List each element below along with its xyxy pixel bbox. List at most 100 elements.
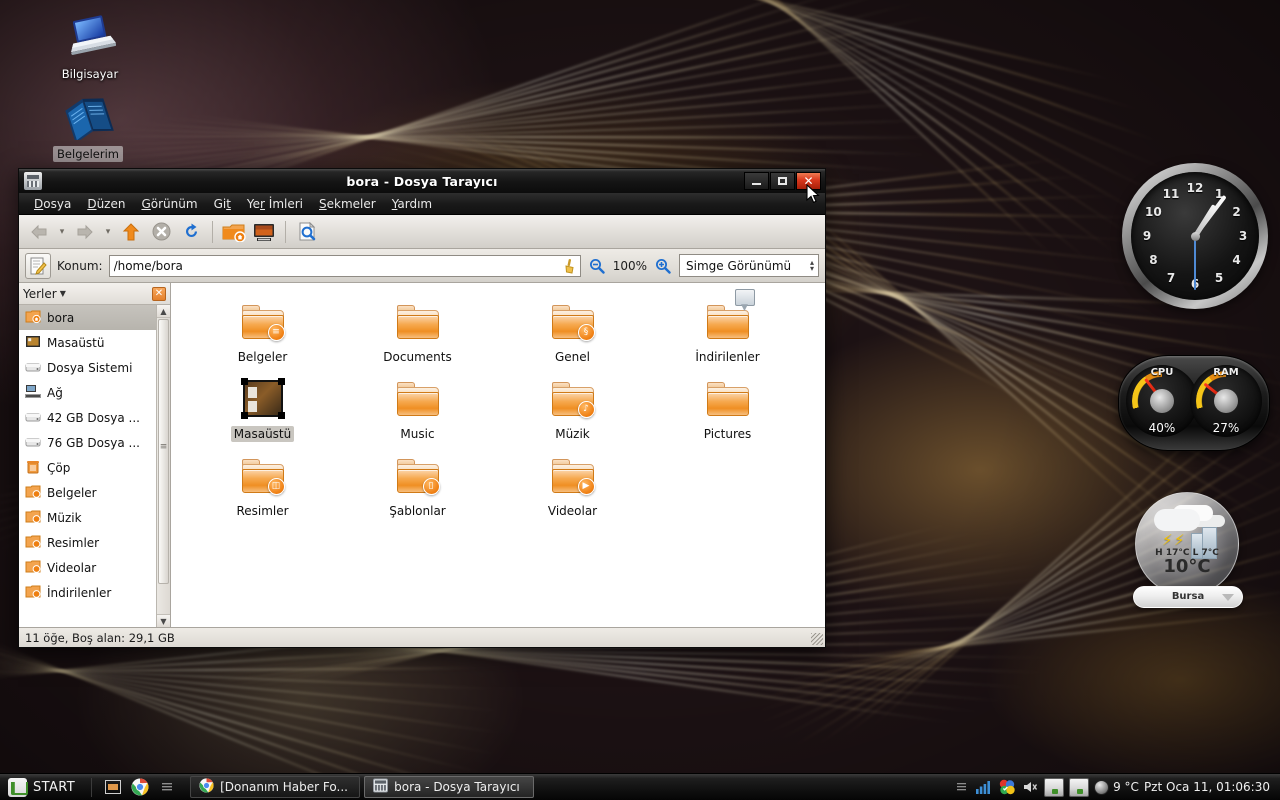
start-label: START	[33, 779, 76, 795]
menu-item-1[interactable]: Düzen	[80, 195, 132, 213]
zoom-out-icon[interactable]	[587, 255, 607, 277]
maximize-button[interactable]	[770, 172, 795, 190]
weather-gadget[interactable]: ⚡ ⚡ H 17°C L 7°C 10°C Bursa	[1133, 492, 1243, 610]
menu-item-0[interactable]: Dosya	[27, 195, 78, 213]
sidebar-item-0[interactable]: bora	[19, 305, 170, 330]
sidebar-item-6[interactable]: Çöp	[19, 455, 170, 480]
window-titlebar[interactable]: bora - Dosya Tarayıcı ✕	[19, 169, 825, 193]
sidebar-item-8[interactable]: Müzik	[19, 505, 170, 530]
sidebar-item-5[interactable]: 76 GB Dosya ...	[19, 430, 170, 455]
sidebar-item-3[interactable]: Ağ	[19, 380, 170, 405]
sidebar-scrollbar[interactable]: ▲ ▼	[156, 305, 170, 627]
task-button-0[interactable]: [Donanım Haber Fo...	[190, 776, 361, 798]
scroll-down-arrow[interactable]: ▼	[157, 614, 170, 627]
scroll-up-arrow[interactable]: ▲	[157, 305, 170, 318]
start-button[interactable]: START	[4, 776, 85, 799]
desktop[interactable]: Bilgisayar Belgelerim 12 1 2 3 4 5 7 8 9…	[0, 0, 1280, 800]
quick-launch-bar[interactable]	[98, 777, 182, 798]
minimize-button[interactable]	[744, 172, 769, 190]
sidebar-item-4[interactable]: 42 GB Dosya ...	[19, 405, 170, 430]
file-item-3[interactable]: İndirilenler	[650, 289, 805, 374]
back-history-dropdown[interactable]: ▾	[55, 218, 69, 246]
menu-item-4[interactable]: Yer İmleri	[240, 195, 310, 213]
grip-handle-icon[interactable]	[156, 777, 178, 798]
file-item-5[interactable]: Music	[340, 374, 495, 451]
resize-grip[interactable]	[811, 633, 823, 645]
sidebar-list[interactable]: bora Masaüstü Dosya Sistemi Ağ 42 GB Dosya .…	[19, 305, 170, 627]
computer-button[interactable]	[250, 218, 278, 246]
menu-bar[interactable]: Dosya Düzen Görünüm Git Yer İmleri Sekmeler Ya…	[19, 193, 825, 215]
speaker-mute-icon[interactable]	[1021, 778, 1039, 796]
sidebar-close-button[interactable]: ✕	[152, 286, 166, 301]
task-button-1[interactable]: bora - Dosya Tarayıcı	[364, 776, 535, 798]
file-item-1[interactable]: Documents	[340, 297, 495, 374]
sidebar-item-10[interactable]: Videolar	[19, 555, 170, 580]
file-item-4[interactable]: Masaüstü	[185, 374, 340, 451]
desktop-icon-documents[interactable]: Belgelerim	[40, 92, 136, 162]
menu-item-6[interactable]: Yardım	[385, 195, 439, 213]
taskbar[interactable]: START [Donanım Haber Fo... bora - Dosya T…	[0, 773, 1280, 800]
location-bar[interactable]: Konum: 100%	[19, 249, 825, 283]
update-shield-icon[interactable]	[998, 778, 1016, 796]
location-input[interactable]	[113, 255, 576, 276]
tray-grip-handle-icon[interactable]	[952, 778, 970, 796]
zoom-in-icon[interactable]	[653, 255, 673, 277]
temperature-indicator[interactable]: 9 °C	[1094, 779, 1139, 795]
task-list[interactable]: [Donanım Haber Fo... bora - Dosya Tarayıc…	[190, 776, 535, 798]
file-item-7[interactable]: Pictures	[650, 374, 805, 451]
clock-gadget[interactable]: 121234567891011	[1122, 163, 1268, 309]
sidebar-item-1[interactable]: Masaüstü	[19, 330, 170, 355]
sidebar-item-11[interactable]: İndirilenler	[19, 580, 170, 605]
file-item-6[interactable]: ♪ Müzik	[495, 374, 650, 451]
removable-drive-1[interactable]	[1044, 777, 1065, 797]
sidebar-item-2[interactable]: Dosya Sistemi	[19, 355, 170, 380]
music-folder-icon	[25, 509, 41, 527]
reload-button[interactable]	[177, 218, 205, 246]
removable-drive-2[interactable]	[1069, 777, 1090, 797]
file-item-9[interactable]: ▯ Şablonlar	[340, 451, 495, 528]
file-icon-view[interactable]: ≡ Belgeler Documents § Genel İndirilenler Masa…	[171, 283, 825, 627]
places-sidebar[interactable]: Yerler ▼ ✕ bora Masaüstü Dosya Sistemi Ağ 42…	[19, 283, 171, 627]
sidebar-item-7[interactable]: Belgeler	[19, 480, 170, 505]
file-manager-window[interactable]: bora - Dosya Tarayıcı ✕ Dosya Düzen Görünü…	[18, 168, 826, 648]
toolbar[interactable]: ▾ ▾	[19, 215, 825, 249]
clock-numeral: 11	[1162, 187, 1180, 202]
system-monitor-gadget[interactable]: CPU 40% RAM 27%	[1118, 355, 1270, 451]
sidebar-item-label: 42 GB Dosya ...	[47, 410, 140, 425]
forward-history-dropdown[interactable]: ▾	[101, 218, 115, 246]
file-item-label: Müzik	[555, 427, 590, 441]
network-signal-icon[interactable]	[975, 778, 993, 796]
chrome-launcher[interactable]	[129, 777, 151, 798]
stop-button[interactable]	[147, 218, 175, 246]
view-mode-select[interactable]: Simge Görünümü ▴ ▾	[679, 254, 819, 277]
back-button[interactable]	[25, 218, 53, 246]
ram-label: RAM	[1213, 367, 1239, 378]
location-input-wrap[interactable]	[108, 254, 581, 277]
home-button[interactable]	[220, 218, 248, 246]
desktop-icon-computer[interactable]: Bilgisayar	[42, 12, 138, 82]
location-edit-toggle[interactable]	[25, 252, 51, 279]
search-button[interactable]	[293, 218, 321, 246]
file-item-10[interactable]: ▶ Videolar	[495, 451, 650, 528]
show-desktop-button[interactable]	[102, 777, 124, 798]
system-tray[interactable]: 9 °C Pzt Oca 11, 01:06:30	[952, 777, 1276, 797]
up-button[interactable]	[117, 218, 145, 246]
file-item-8[interactable]: ◫ Resimler	[185, 451, 340, 528]
file-item-label: Videolar	[547, 504, 598, 518]
weather-city-button[interactable]: Bursa	[1133, 586, 1243, 608]
sidebar-header[interactable]: Yerler ▼ ✕	[19, 283, 170, 305]
broom-clear-icon[interactable]	[563, 258, 576, 277]
file-item-label: Masaüstü	[230, 426, 295, 442]
menu-item-2[interactable]: Görünüm	[134, 195, 204, 213]
taskbar-clock[interactable]: Pzt Oca 11, 01:06:30	[1144, 780, 1270, 794]
chevron-down-icon[interactable]: ▼	[60, 289, 66, 298]
forward-button[interactable]	[71, 218, 99, 246]
clock-numeral: 8	[1149, 253, 1158, 267]
close-button[interactable]: ✕	[796, 172, 821, 190]
file-item-0[interactable]: ≡ Belgeler	[185, 297, 340, 374]
menu-item-3[interactable]: Git	[207, 195, 238, 213]
sidebar-item-9[interactable]: Resimler	[19, 530, 170, 555]
file-item-2[interactable]: § Genel	[495, 297, 650, 374]
menu-item-5[interactable]: Sekmeler	[312, 195, 383, 213]
scroll-thumb[interactable]	[158, 319, 169, 584]
